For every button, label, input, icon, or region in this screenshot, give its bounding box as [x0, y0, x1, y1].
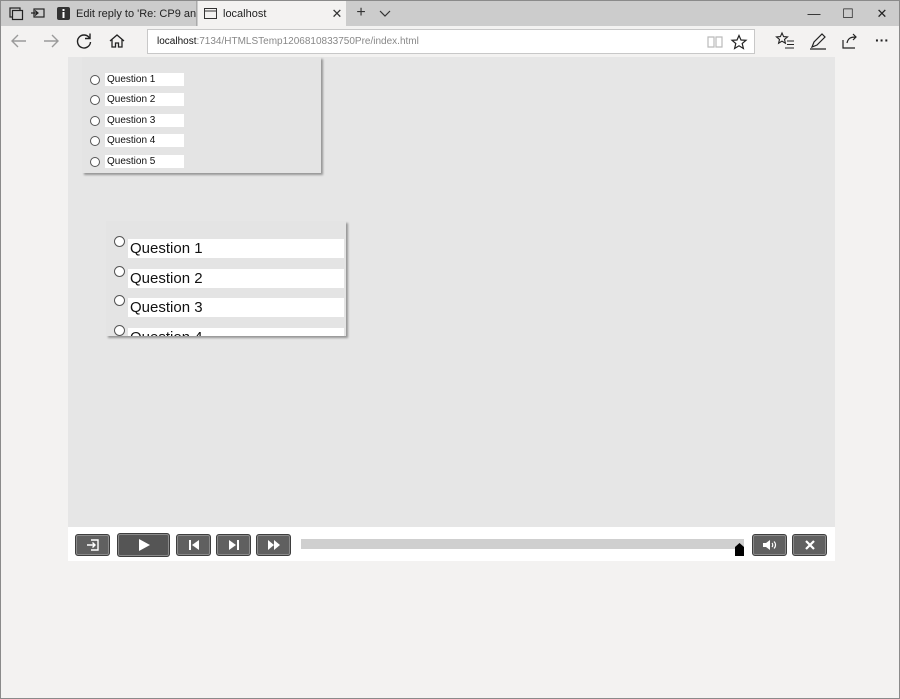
new-tab-button[interactable]: +	[350, 3, 372, 23]
tab-title: Edit reply to 'Re: CP9 and Ra	[76, 7, 196, 20]
question-option[interactable]: Question 4	[90, 134, 184, 147]
tab-localhost[interactable]: localhost ✕	[198, 1, 346, 26]
radio-button[interactable]	[90, 156, 100, 167]
close-window-button[interactable]: ✕	[865, 1, 899, 26]
back-arrow-icon[interactable]	[7, 30, 31, 52]
close-playbar-button[interactable]	[792, 534, 827, 556]
question-label: Question 3	[105, 114, 184, 127]
more-menu-icon[interactable]: ···	[871, 31, 893, 51]
favorite-star-icon[interactable]	[730, 34, 748, 50]
question-option[interactable]: Question 5	[90, 155, 184, 168]
question-label: Question 3	[128, 298, 344, 317]
next-button[interactable]	[216, 534, 251, 556]
question-option[interactable]: Question 1	[90, 73, 184, 86]
question-option[interactable]: Question 3	[90, 114, 184, 127]
progress-thumb-icon[interactable]	[735, 543, 745, 556]
next-icon	[228, 540, 239, 550]
radio-button[interactable]	[90, 135, 100, 146]
close-tab-icon[interactable]: ✕	[328, 6, 346, 22]
page-favicon-icon	[204, 8, 217, 19]
exit-icon	[86, 539, 99, 551]
minimize-button[interactable]: —	[797, 1, 831, 26]
rewind-button[interactable]	[176, 534, 211, 556]
reading-view-icon[interactable]	[706, 34, 724, 50]
quiz-panel-small: Question 1 Question 2 Question 3 Questio…	[82, 57, 321, 173]
info-favicon-icon	[57, 7, 70, 20]
tab-preview-chevron-icon[interactable]	[374, 3, 396, 23]
slide-stage: Question 1 Question 2 Question 3 Questio…	[68, 57, 835, 527]
url-text: localhost:7134/HTMLSTemp1206810833750Pre…	[157, 36, 419, 47]
exit-button[interactable]	[75, 534, 110, 556]
close-icon	[804, 540, 815, 550]
fast-forward-icon	[267, 540, 280, 550]
radio-button[interactable]	[114, 295, 125, 306]
question-option[interactable]: Question 2	[90, 93, 184, 106]
home-icon[interactable]	[105, 30, 129, 52]
question-label: Question 4	[128, 328, 344, 336]
url-field[interactable]: localhost:7134/HTMLSTemp1206810833750Pre…	[147, 29, 755, 54]
radio-button[interactable]	[114, 325, 125, 336]
volume-button[interactable]	[752, 534, 787, 556]
play-button[interactable]	[117, 533, 170, 557]
radio-button[interactable]	[114, 266, 125, 277]
tab-title: localhost	[223, 7, 267, 20]
radio-button[interactable]	[114, 236, 125, 247]
radio-button[interactable]	[90, 74, 100, 85]
maximize-button[interactable]: ☐	[831, 1, 865, 26]
radio-button[interactable]	[90, 94, 100, 105]
share-icon[interactable]	[839, 31, 861, 51]
url-path: :7134/HTMLSTemp1206810833750Pre/index.ht…	[196, 36, 419, 47]
forward-arrow-icon[interactable]	[39, 30, 63, 52]
question-label: Question 5	[105, 155, 184, 168]
refresh-icon[interactable]	[72, 30, 96, 52]
fast-forward-button[interactable]	[256, 534, 291, 556]
set-aside-tabs-icon[interactable]	[28, 4, 48, 22]
question-label: Question 2	[128, 269, 344, 288]
tab-sets-icon[interactable]	[5, 4, 25, 22]
browser-window: Edit reply to 'Re: CP9 and Ra localhost …	[0, 0, 900, 699]
rewind-icon	[188, 540, 199, 550]
tab-edit-reply[interactable]: Edit reply to 'Re: CP9 and Ra	[51, 1, 197, 26]
progress-track[interactable]	[301, 539, 744, 549]
question-label: Question 1	[128, 239, 344, 258]
favorites-hub-icon[interactable]	[774, 31, 796, 51]
volume-icon	[762, 540, 776, 550]
question-label: Question 4	[105, 134, 184, 147]
url-host: localhost	[157, 36, 197, 47]
address-bar-row: localhost:7134/HTMLSTemp1206810833750Pre…	[1, 26, 899, 57]
playback-bar	[68, 527, 835, 561]
radio-button[interactable]	[90, 115, 100, 126]
tab-bar: Edit reply to 'Re: CP9 and Ra localhost …	[1, 1, 899, 26]
question-label: Question 2	[105, 93, 184, 106]
quiz-panel-large: Question 1 Question 2 Question 3 Questio…	[106, 221, 346, 336]
play-icon	[138, 539, 150, 551]
page-viewport: Question 1 Question 2 Question 3 Questio…	[1, 57, 899, 698]
question-label: Question 1	[105, 73, 184, 86]
pen-notes-icon[interactable]	[807, 31, 829, 51]
